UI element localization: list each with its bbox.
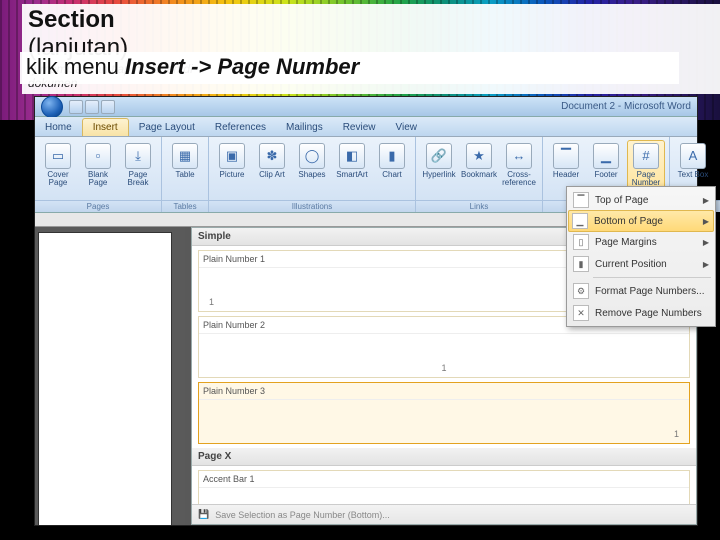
group-tables: ▦Table Tables (162, 137, 209, 212)
qat-undo-icon[interactable] (85, 100, 99, 114)
blank-page-button[interactable]: ▫Blank Page (79, 140, 117, 196)
slide-instruction: klik menu Insert -> Page Number (20, 52, 679, 84)
menu-separator (593, 277, 711, 278)
tab-review[interactable]: Review (333, 119, 386, 136)
menu-remove-page-numbers[interactable]: ✕Remove Page Numbers (569, 302, 713, 324)
window-title: Document 2 - Microsoft Word (561, 101, 691, 112)
menu-page-margins[interactable]: ▯Page Margins▶ (569, 231, 713, 253)
shapes-button[interactable]: ◯Shapes (293, 140, 331, 196)
qat-redo-icon[interactable] (101, 100, 115, 114)
smartart-icon: ◧ (339, 143, 365, 169)
menu-current-position[interactable]: ▮Current Position▶ (569, 253, 713, 275)
bookmark-button[interactable]: ★Bookmark (460, 140, 498, 196)
gallery-item-plain-3[interactable]: Plain Number 3 1 (198, 382, 690, 444)
cross-ref-button[interactable]: ↔Cross-reference (500, 140, 538, 196)
chevron-right-icon: ▶ (703, 260, 709, 269)
group-pages: ▭Cover Page ▫Blank Page ⤓Page Break Page… (35, 137, 162, 212)
chevron-right-icon: ▶ (703, 238, 709, 247)
blank-page-icon: ▫ (85, 143, 111, 169)
chevron-right-icon: ▶ (703, 196, 709, 205)
bookmark-icon: ★ (466, 143, 492, 169)
cross-ref-icon: ↔ (506, 143, 532, 169)
tab-page-layout[interactable]: Page Layout (129, 119, 205, 136)
gallery-header-pagex: Page X (192, 448, 696, 466)
footer-icon: ▁ (593, 143, 619, 169)
page-preview (39, 233, 171, 525)
current-position-icon: ▮ (573, 256, 589, 272)
quick-access-toolbar (41, 96, 115, 118)
tab-view[interactable]: View (386, 119, 428, 136)
table-button[interactable]: ▦Table (166, 140, 204, 196)
shapes-icon: ◯ (299, 143, 325, 169)
hyperlink-button[interactable]: 🔗Hyperlink (420, 140, 458, 196)
menu-top-of-page[interactable]: ▔Top of Page▶ (569, 189, 713, 211)
smartart-button[interactable]: ◧SmartArt (333, 140, 371, 196)
page-number-menu: ▔Top of Page▶ ▁Bottom of Page▶ ▯Page Mar… (566, 186, 716, 327)
clip-art-button[interactable]: ✽Clip Art (253, 140, 291, 196)
clip-art-icon: ✽ (259, 143, 285, 169)
page-number-icon: # (633, 143, 659, 169)
qat-save-icon[interactable] (69, 100, 83, 114)
format-icon: ⚙ (573, 283, 589, 299)
chart-icon: ▮ (379, 143, 405, 169)
page-bottom-icon: ▁ (572, 213, 588, 229)
cover-page-icon: ▭ (45, 143, 71, 169)
tab-home[interactable]: Home (35, 119, 82, 136)
group-illustrations: ▣Picture ✽Clip Art ◯Shapes ◧SmartArt ▮Ch… (209, 137, 416, 212)
tab-mailings[interactable]: Mailings (276, 119, 333, 136)
page-break-button[interactable]: ⤓Page Break (119, 140, 157, 196)
picture-button[interactable]: ▣Picture (213, 140, 251, 196)
menu-bottom-of-page[interactable]: ▁Bottom of Page▶ (568, 210, 714, 232)
tab-references[interactable]: References (205, 119, 276, 136)
table-icon: ▦ (172, 143, 198, 169)
group-links: 🔗Hyperlink ★Bookmark ↔Cross-reference Li… (416, 137, 543, 212)
remove-icon: ✕ (573, 305, 589, 321)
picture-icon: ▣ (219, 143, 245, 169)
menu-format-page-numbers[interactable]: ⚙Format Page Numbers... (569, 280, 713, 302)
header-icon: ▔ (553, 143, 579, 169)
document-left (35, 227, 185, 525)
page-top-icon: ▔ (573, 192, 589, 208)
gallery-footer[interactable]: 💾 Save Selection as Page Number (Bottom)… (192, 504, 696, 524)
tab-insert[interactable]: Insert (82, 118, 129, 136)
save-icon: 💾 (198, 509, 209, 520)
chevron-right-icon: ▶ (703, 217, 709, 226)
hyperlink-icon: 🔗 (426, 143, 452, 169)
text-box-icon: A (680, 143, 706, 169)
titlebar: Document 2 - Microsoft Word (35, 97, 697, 117)
chart-button[interactable]: ▮Chart (373, 140, 411, 196)
ribbon-tabs: Home Insert Page Layout References Maili… (35, 117, 697, 137)
page-margins-icon: ▯ (573, 234, 589, 250)
page-break-icon: ⤓ (125, 143, 151, 169)
cover-page-button[interactable]: ▭Cover Page (39, 140, 77, 196)
office-button[interactable] (41, 96, 63, 118)
